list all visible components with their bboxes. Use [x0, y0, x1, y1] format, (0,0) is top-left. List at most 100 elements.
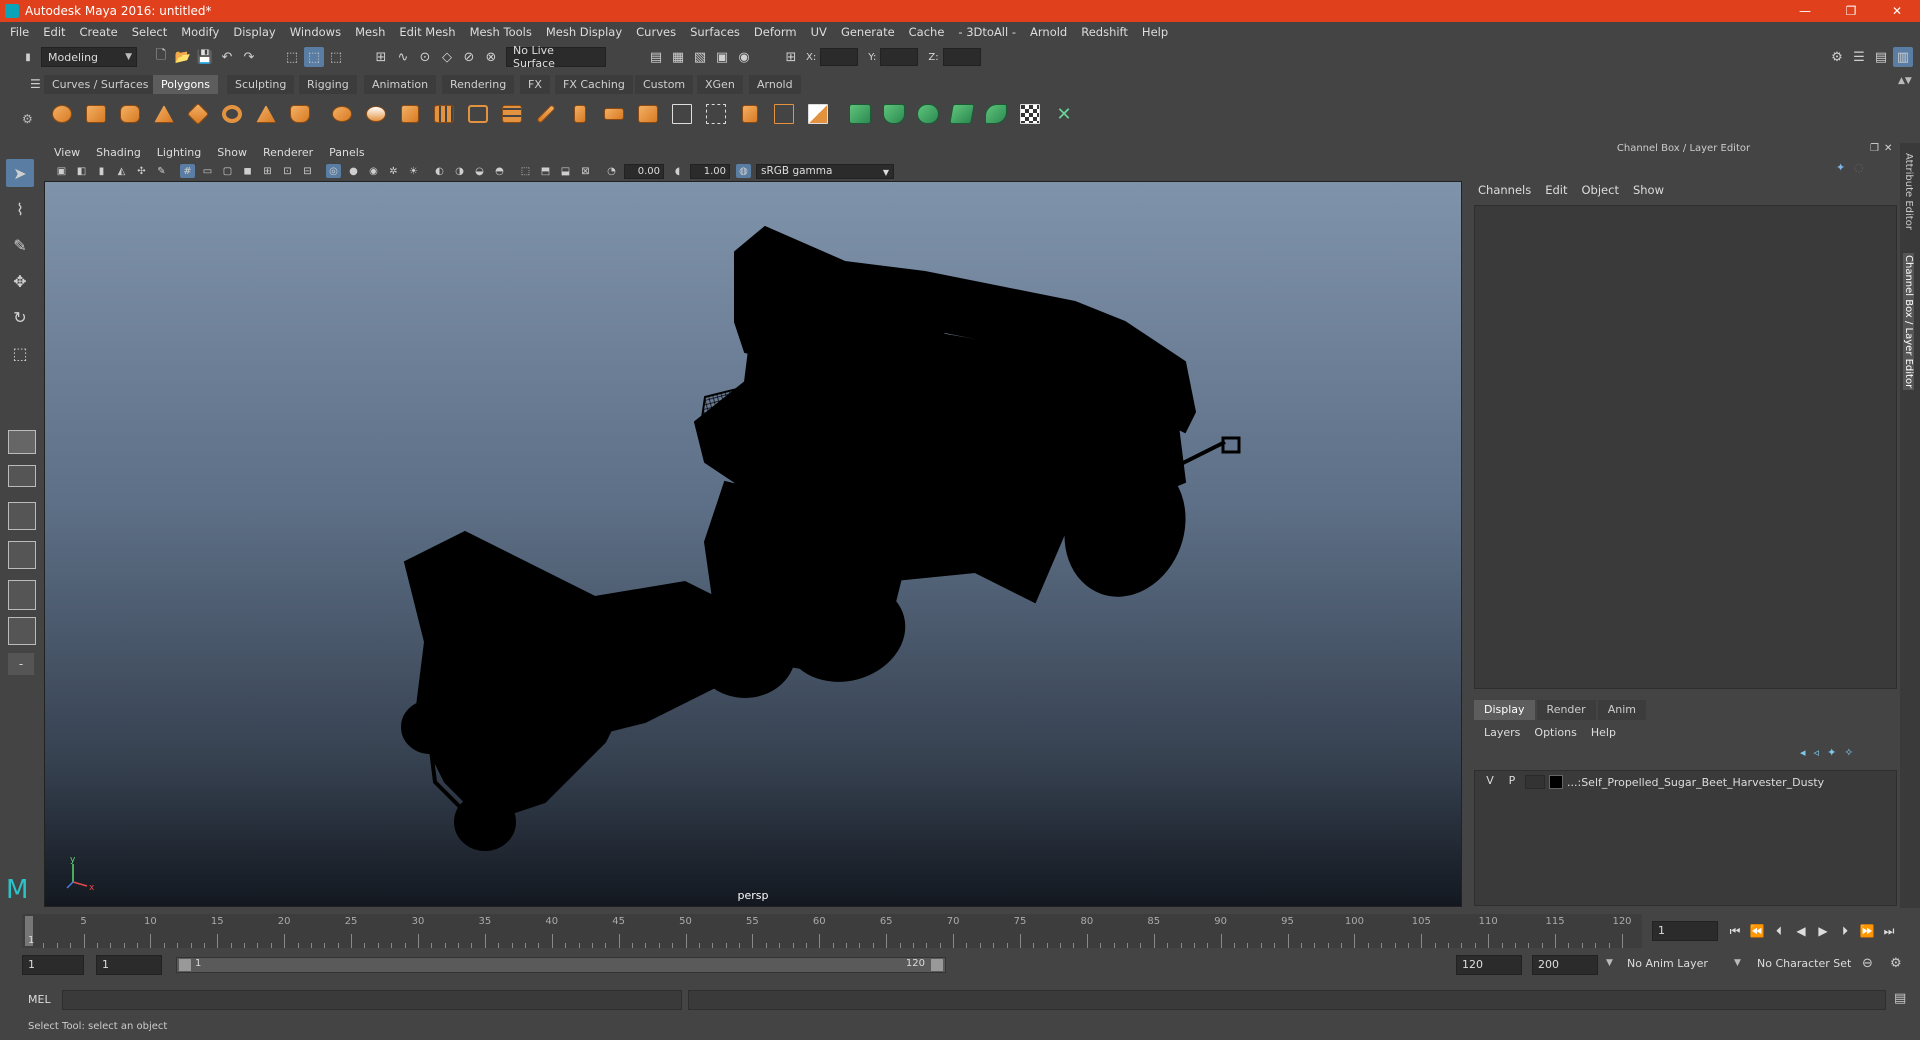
snap-view-plane-icon[interactable]: ◇ [437, 47, 457, 67]
persp-outliner-layout-icon[interactable] [8, 502, 36, 530]
snap-point-icon[interactable]: ⊙ [415, 47, 435, 67]
separate-icon[interactable] [362, 100, 390, 128]
range-slider[interactable]: 1 120 [176, 957, 946, 973]
poly-plane-icon[interactable] [184, 100, 212, 128]
append-polygon-icon[interactable] [600, 100, 628, 128]
menu-mesh[interactable]: Mesh [355, 25, 385, 39]
menu-uv[interactable]: UV [811, 25, 827, 39]
spherical-uv-icon[interactable] [914, 100, 942, 128]
redo-icon[interactable]: ↷ [239, 47, 259, 67]
shelf-tab-fx[interactable]: FX [520, 75, 550, 94]
script-editor-icon[interactable]: ▤ [1894, 991, 1906, 1006]
smooth-icon[interactable] [430, 100, 458, 128]
perspective-viewport[interactable]: y x persp [44, 181, 1462, 907]
exposure-input[interactable]: 0.00 [624, 163, 664, 179]
menu-cache[interactable]: Cache [909, 25, 945, 39]
attribute-editor-toggle-icon[interactable]: ☰ [1849, 47, 1869, 67]
vp-menu-panels[interactable]: Panels [329, 146, 364, 159]
resolution-gate-icon[interactable]: ▢ [220, 164, 235, 178]
menu-modify[interactable]: Modify [181, 25, 219, 39]
chevron-down-icon[interactable]: ▼ [1606, 958, 1613, 968]
menu-redshift[interactable]: Redshift [1081, 25, 1128, 39]
vp-menu-view[interactable]: View [54, 146, 80, 159]
snap-live-icon[interactable]: ⊘ [459, 47, 479, 67]
anim-layer-dropdown[interactable]: No Anim Layer [1622, 955, 1736, 975]
channel-box-tab[interactable]: Channel Box / Layer Editor [1903, 253, 1914, 391]
motion-blur-icon[interactable]: ◒ [472, 164, 487, 178]
absolute-transform-icon[interactable]: ⊞ [781, 47, 801, 67]
snap-curve-icon[interactable]: ∿ [393, 47, 413, 67]
tab-render[interactable]: Render [1536, 700, 1596, 720]
play-forward-icon[interactable]: ▶ [1812, 921, 1834, 941]
le-menu-layers[interactable]: Layers [1484, 726, 1520, 739]
insert-edge-loop-icon[interactable] [702, 100, 730, 128]
le-menu-options[interactable]: Options [1534, 726, 1576, 739]
menu-set-dropdown[interactable]: Modeling ▼ [41, 47, 137, 67]
film-gate-icon[interactable]: ▭ [200, 164, 215, 178]
menu-generate[interactable]: Generate [841, 25, 895, 39]
menu-deform[interactable]: Deform [754, 25, 797, 39]
menu-edit-mesh[interactable]: Edit Mesh [399, 25, 455, 39]
gamma-icon[interactable]: ◖ [670, 164, 685, 178]
menu-file[interactable]: File [10, 25, 29, 39]
auto-key-icon[interactable]: ⊖ [1862, 956, 1873, 971]
mel-label[interactable]: MEL [28, 993, 51, 1006]
shelf-tab-animation[interactable]: Animation [364, 75, 437, 94]
tab-anim[interactable]: Anim [1597, 700, 1646, 720]
safe-title-icon[interactable]: ⊟ [300, 164, 315, 178]
use-all-lights-icon[interactable]: ☀ [406, 164, 421, 178]
menu-3dtoall[interactable]: - 3DtoAll - [958, 25, 1016, 39]
character-set-dropdown[interactable]: No Character Set [1752, 955, 1870, 975]
attribute-editor-tab[interactable]: Attribute Editor [1903, 153, 1914, 230]
shelf-tab-xgen[interactable]: XGen [697, 75, 743, 94]
menu-mesh-display[interactable]: Mesh Display [546, 25, 622, 39]
step-forward-key-icon[interactable]: ⏩ [1856, 921, 1878, 941]
smooth-shade-icon[interactable]: ● [346, 164, 361, 178]
collapse-handle-icon[interactable]: ▮ [18, 47, 38, 67]
image-plane-icon[interactable]: ◭ [114, 164, 129, 178]
xray-joints-icon[interactable]: ⬓ [558, 164, 573, 178]
render-current-icon[interactable]: ▦ [668, 47, 688, 67]
two-d-pan-zoom-icon[interactable]: ✣ [134, 164, 149, 178]
sew-uv-icon[interactable] [982, 100, 1010, 128]
shelf-tab-rigging[interactable]: Rigging [299, 75, 357, 94]
mel-input[interactable] [62, 990, 682, 1010]
vp-menu-lighting[interactable]: Lighting [157, 146, 201, 159]
cb-menu-show[interactable]: Show [1633, 183, 1664, 197]
layer-display-type[interactable] [1525, 775, 1545, 789]
grid-icon[interactable]: # [180, 164, 195, 178]
menu-curves[interactable]: Curves [636, 25, 676, 39]
display-options-icon[interactable]: ✦ [1836, 161, 1845, 174]
screen-space-ao-icon[interactable]: ◑ [452, 164, 467, 178]
exposure-icon[interactable]: ◔ [604, 164, 619, 178]
open-scene-icon[interactable]: 📂 [173, 47, 193, 67]
menu-select[interactable]: Select [132, 25, 167, 39]
menu-arnold[interactable]: Arnold [1030, 25, 1067, 39]
undo-icon[interactable]: ↶ [217, 47, 237, 67]
channel-box-area[interactable] [1474, 205, 1897, 689]
le-menu-help[interactable]: Help [1591, 726, 1616, 739]
save-scene-icon[interactable]: 💾 [195, 47, 215, 67]
layer-playback-toggle[interactable]: P [1503, 774, 1521, 790]
shelf-tab-curves-surfaces[interactable]: Curves / Surfaces [44, 75, 157, 94]
z-coordinate-input[interactable] [942, 48, 981, 66]
gate-mask-icon[interactable]: ◼ [240, 164, 255, 178]
select-object-icon[interactable]: ⬚ [304, 47, 324, 67]
mirror-icon[interactable] [396, 100, 424, 128]
select-tool-icon[interactable]: ➤ [6, 159, 34, 187]
new-scene-icon[interactable]: 🗋 [151, 47, 171, 67]
persp-uv-layout-icon[interactable] [8, 617, 36, 645]
poly-torus-icon[interactable] [218, 100, 246, 128]
isolate-select-icon[interactable]: ⬚ [518, 164, 533, 178]
menu-windows[interactable]: Windows [290, 25, 341, 39]
y-coordinate-input[interactable] [880, 48, 919, 66]
float-panel-icon[interactable]: ❐ [1870, 143, 1879, 154]
shadows-icon[interactable]: ◐ [432, 164, 447, 178]
planar-uv-icon[interactable] [846, 100, 874, 128]
vp-menu-show[interactable]: Show [217, 146, 247, 159]
extrude-icon[interactable] [498, 100, 526, 128]
new-layer-selected-icon[interactable]: ✧ [1844, 746, 1853, 759]
close-panel-icon[interactable]: ✕ [1884, 143, 1892, 154]
shelf-tab-custom[interactable]: Custom [635, 75, 694, 94]
modeling-toolkit-icon[interactable]: ⚙ [1827, 47, 1847, 67]
